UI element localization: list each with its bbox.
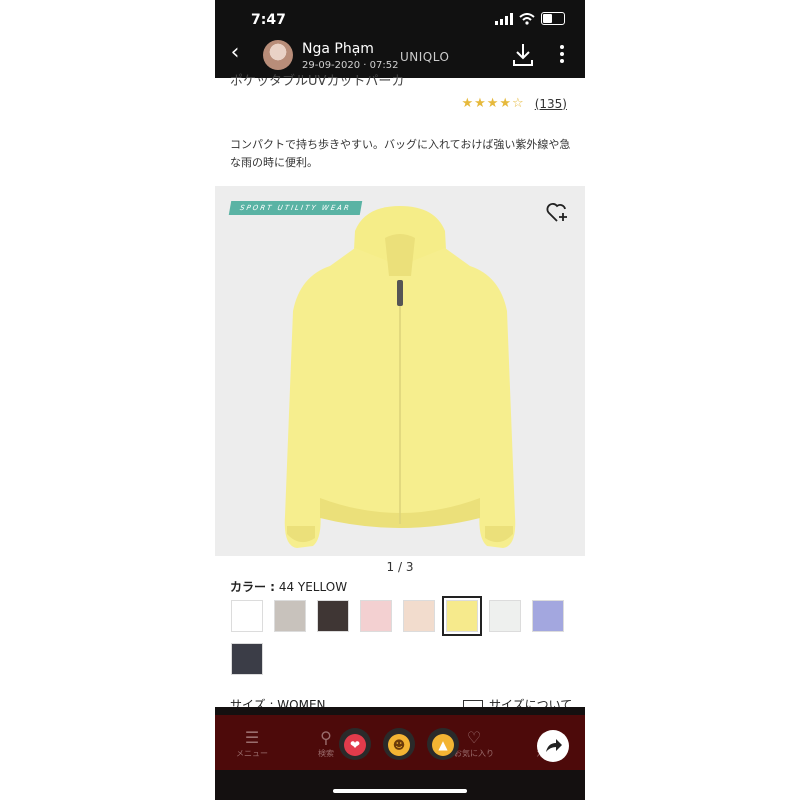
color-swatch[interactable] — [317, 600, 349, 632]
phone-screen: 7:47 ‹ Nga Phạm 29-09-2020 · 07:52 UNIQL… — [215, 0, 585, 800]
color-swatch[interactable] — [231, 600, 263, 632]
tab-menu-label: メニュー — [236, 749, 268, 758]
heart-reaction-icon: ❤ — [344, 734, 366, 756]
review-count-link[interactable]: (135) — [535, 97, 567, 111]
like-reaction-icon: ▲ — [432, 734, 454, 756]
product-image[interactable]: SPORT UTILITY WEAR — [215, 186, 585, 556]
signal-icon — [495, 12, 513, 25]
share-button[interactable] — [537, 730, 569, 762]
rating-stars-icon: ★★★★☆ — [461, 96, 525, 111]
bottom-overlay: ☰メニュー ⚲検索 ⚑店舗 ♡お気に入り ▢カート ❤ ☻ ▲ — [215, 707, 585, 800]
color-swatch[interactable] — [532, 600, 564, 632]
color-swatch[interactable] — [360, 600, 392, 632]
laugh-reaction-icon: ☻ — [388, 734, 410, 756]
yellow-jacket-image — [284, 206, 516, 548]
product-rating[interactable]: ★★★★☆ (135) — [461, 96, 567, 111]
wifi-icon — [519, 12, 535, 25]
home-indicator — [333, 789, 467, 793]
color-label: カラー : 44 YELLOW — [230, 578, 347, 595]
tab-search-label: 検索 — [318, 749, 334, 758]
more-options-button[interactable] — [555, 42, 569, 68]
like-reaction-button[interactable]: ▲ — [427, 728, 459, 760]
product-title: ポケッタブルUVカットパーカ — [230, 74, 405, 89]
top-bar: 7:47 ‹ Nga Phạm 29-09-2020 · 07:52 UNIQL… — [215, 0, 585, 78]
status-time: 7:47 — [251, 12, 286, 28]
download-button[interactable] — [511, 42, 535, 68]
brand-logo-text: UNIQLO — [400, 50, 450, 64]
selected-color: 44 YELLOW — [278, 580, 348, 594]
color-swatch[interactable] — [231, 643, 263, 675]
color-swatch[interactable] — [442, 596, 482, 636]
share-arrow-icon — [546, 739, 562, 752]
image-pager: 1 / 3 — [386, 560, 414, 574]
user-name[interactable]: Nga Phạm — [302, 41, 374, 57]
tab-favorites-label: お気に入り — [454, 749, 494, 758]
tab-menu[interactable]: ☰ メニュー — [227, 728, 277, 759]
color-label-prefix: カラー : — [230, 580, 275, 594]
color-swatch[interactable] — [403, 600, 435, 632]
avatar[interactable] — [263, 40, 293, 70]
battery-icon — [541, 12, 565, 25]
product-description: コンパクトで持ち歩きやすい。バッグに入れておけば強い紫外線や急な雨の時に便利。 — [230, 138, 571, 169]
color-swatch[interactable] — [489, 600, 521, 632]
status-icons — [495, 12, 565, 25]
color-swatch[interactable] — [274, 600, 306, 632]
menu-icon: ☰ — [244, 728, 260, 747]
download-icon — [513, 44, 533, 66]
tab-bar: ☰メニュー ⚲検索 ⚑店舗 ♡お気に入り ▢カート ❤ ☻ ▲ — [215, 715, 585, 770]
laugh-reaction-button[interactable]: ☻ — [383, 728, 415, 760]
heart-reaction-button[interactable]: ❤ — [339, 728, 371, 760]
back-button[interactable]: ‹ — [225, 40, 245, 66]
